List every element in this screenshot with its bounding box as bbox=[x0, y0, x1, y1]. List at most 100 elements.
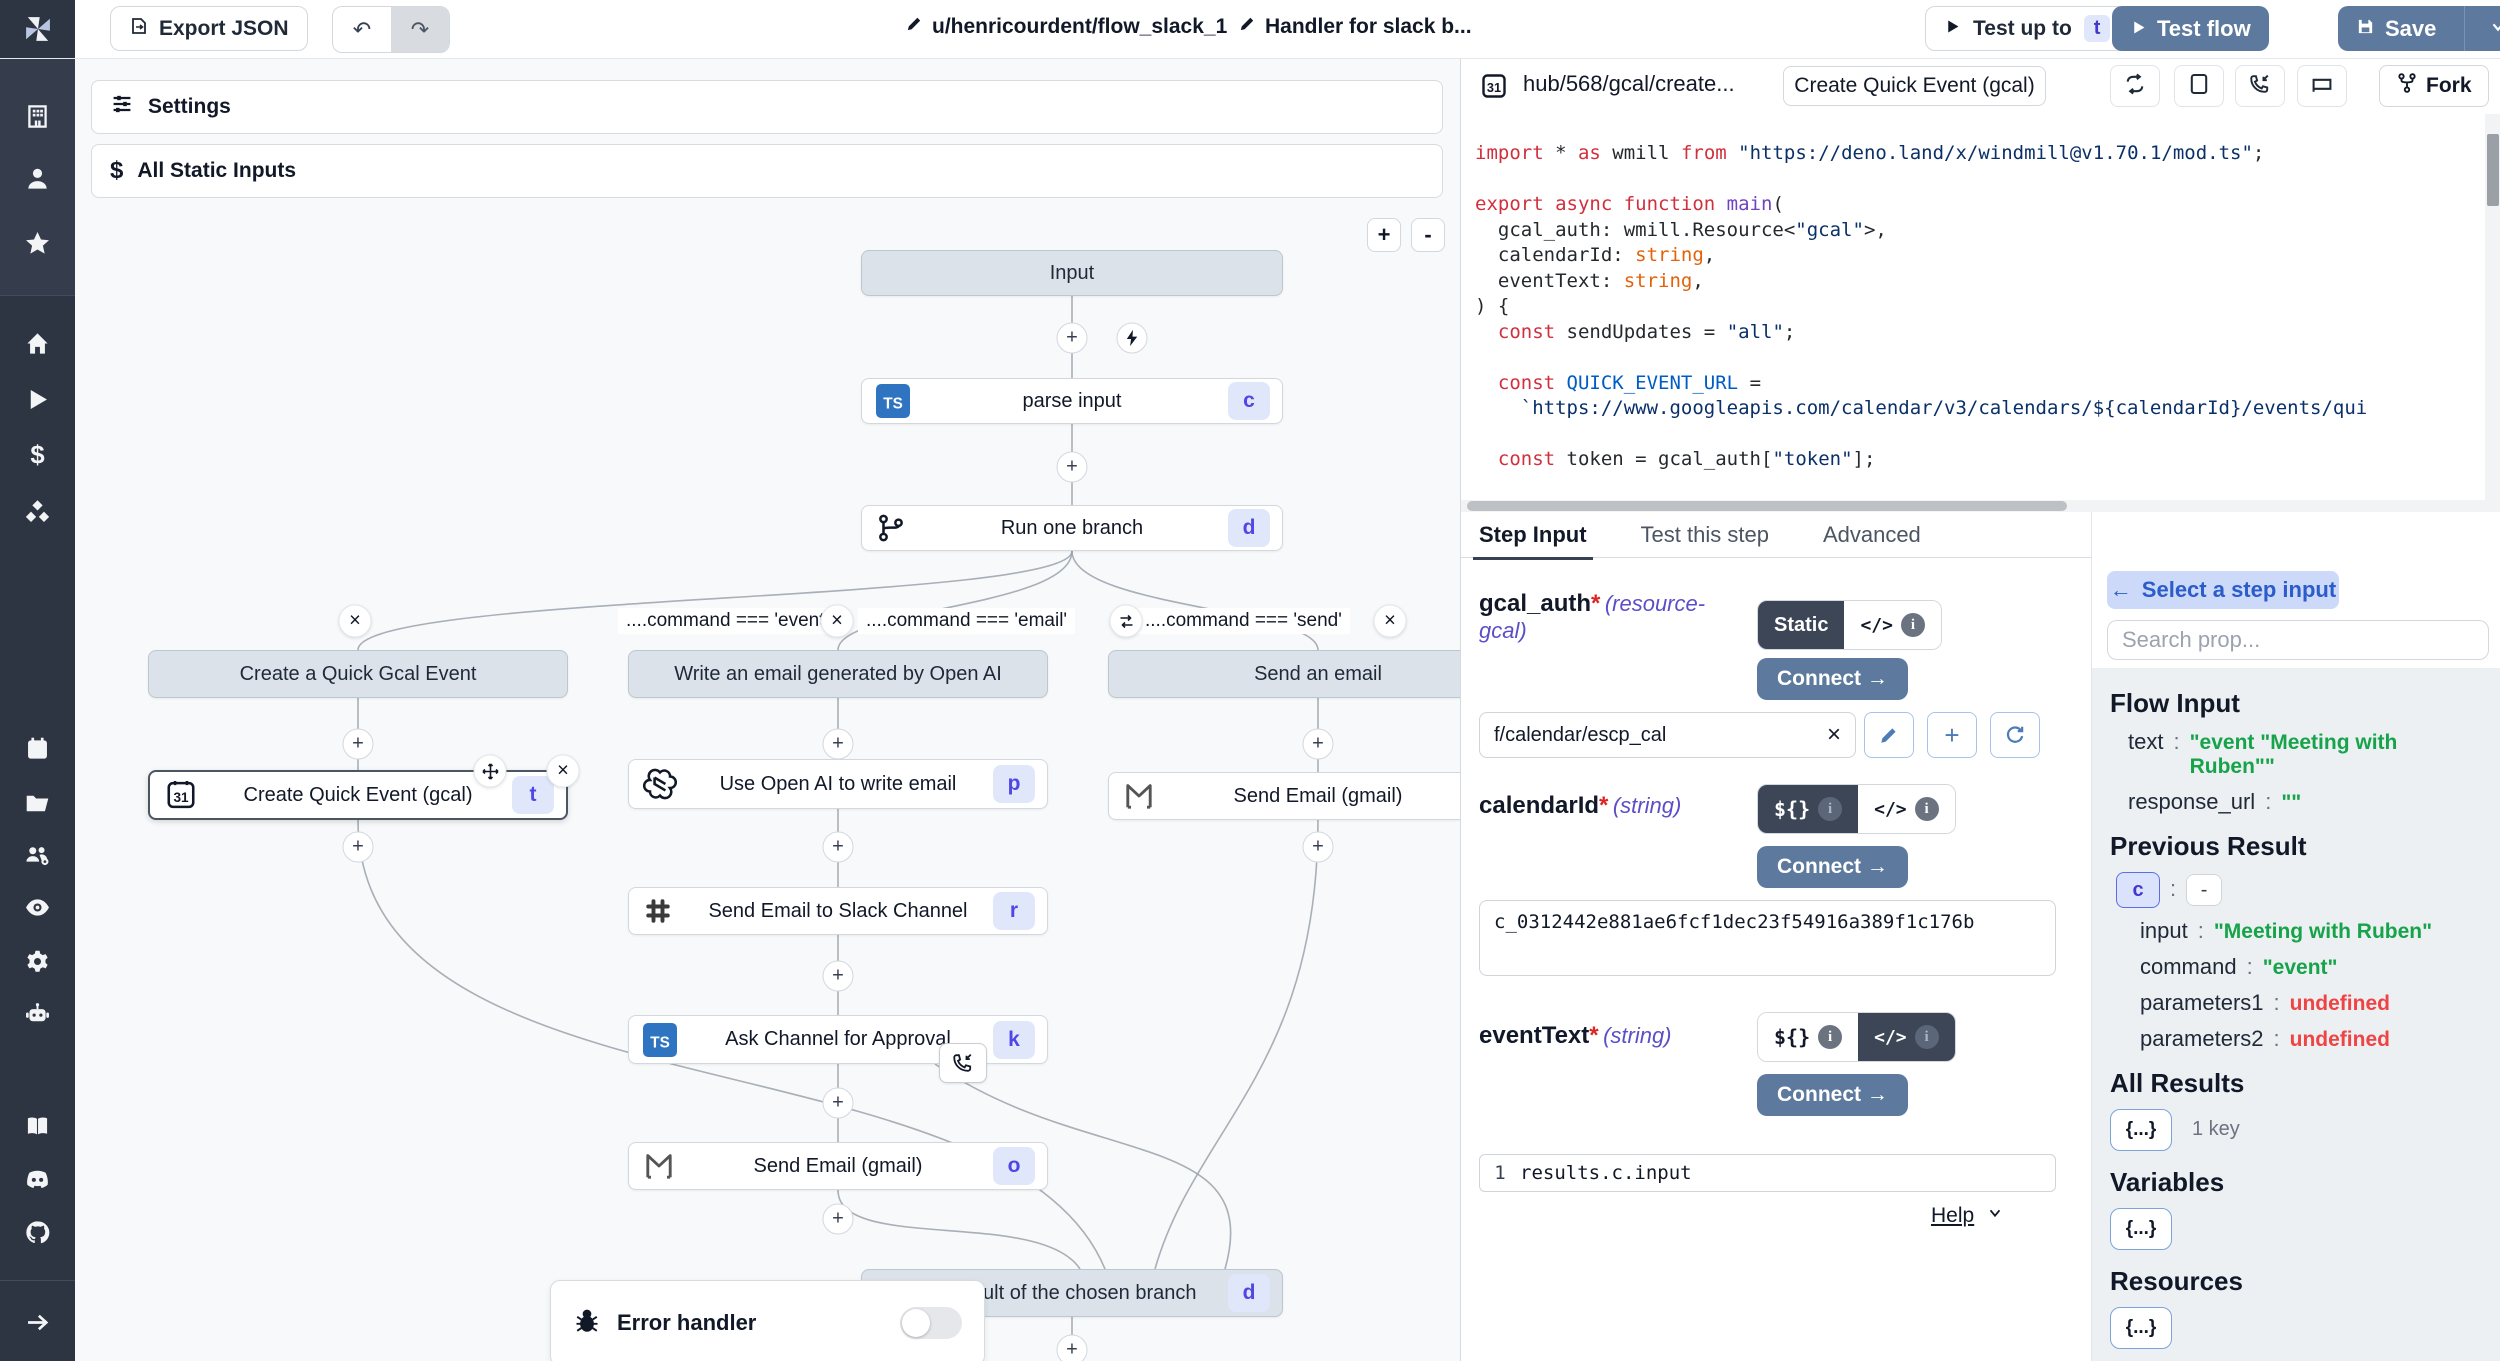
zoom-in-button[interactable]: + bbox=[1367, 218, 1401, 252]
step-id-chip[interactable]: c bbox=[2116, 872, 2160, 908]
tab-test-this-step[interactable]: Test this step bbox=[1641, 522, 1769, 548]
expand-object-button[interactable]: {...} bbox=[2110, 1109, 2172, 1151]
mode-javascript[interactable]: </>i bbox=[1858, 785, 1955, 833]
save-dropdown-button[interactable] bbox=[2475, 6, 2500, 51]
sidebar-item-building[interactable] bbox=[0, 94, 75, 138]
step-summary-input[interactable]: Create Quick Event (gcal) bbox=[1783, 66, 2046, 106]
add-step-button[interactable]: + bbox=[823, 961, 854, 992]
calendarid-connect-button[interactable]: Connect → bbox=[1757, 846, 1908, 888]
select-step-input-button[interactable]: ← Select a step input bbox=[2107, 571, 2339, 609]
flow-node-header1[interactable]: Create a Quick Gcal Event bbox=[148, 650, 568, 698]
redo-button[interactable]: ↷ bbox=[391, 7, 449, 52]
sidebar-item-user-group-gear[interactable] bbox=[0, 833, 75, 877]
refresh-resource-button[interactable] bbox=[1990, 712, 2040, 758]
sidebar-item-robot[interactable] bbox=[0, 992, 75, 1036]
sidebar-item-dollar[interactable]: $ bbox=[0, 433, 75, 477]
tab-step-input[interactable]: Step Input bbox=[1479, 522, 1587, 548]
eventtext-expr-editor[interactable]: 1 results.c.input bbox=[1479, 1154, 2056, 1192]
flow-canvas[interactable]: Settings $ All Static Inputs + - InputTS… bbox=[75, 58, 1460, 1361]
sidebar-item-calendar[interactable] bbox=[0, 726, 75, 770]
swap-branch-button[interactable] bbox=[1110, 605, 1143, 638]
sidebar-item-folder[interactable] bbox=[0, 780, 75, 824]
add-step-button[interactable]: + bbox=[1057, 323, 1088, 354]
error-handler-card[interactable]: Error handler bbox=[550, 1280, 985, 1361]
sidebar-item-star[interactable] bbox=[0, 221, 75, 265]
reload-script-button[interactable] bbox=[2110, 65, 2160, 107]
mode-template[interactable]: ${}i bbox=[1758, 1013, 1858, 1061]
suspend-phone-chip[interactable] bbox=[939, 1043, 987, 1083]
flow-title[interactable]: Handler for slack b... bbox=[1238, 14, 1472, 39]
flow-input-row[interactable]: text:"event "Meeting with Ruben"" bbox=[2128, 729, 2484, 779]
trigger-lightning-button[interactable] bbox=[1117, 323, 1148, 354]
save-button[interactable]: Save bbox=[2338, 6, 2454, 51]
flow-node-header3[interactable]: Send an email bbox=[1108, 650, 1460, 698]
eventtext-connect-button[interactable]: Connect → bbox=[1757, 1074, 1908, 1116]
expand-object-button[interactable]: {...} bbox=[2110, 1307, 2172, 1349]
scrollbar-thumb[interactable] bbox=[2487, 134, 2499, 206]
sidebar-item-book[interactable] bbox=[0, 1104, 75, 1148]
calendarid-textarea[interactable]: c_0312442e881ae6fcf1dec23f54916a389f1c17… bbox=[1479, 900, 2056, 976]
flow-node-header2[interactable]: Write an email generated by Open AI bbox=[628, 650, 1048, 698]
zoom-out-button[interactable]: - bbox=[1411, 218, 1445, 252]
previous-result-row[interactable]: input:"Meeting with Ruben" bbox=[2140, 918, 2484, 944]
branch-condition-label[interactable]: ....command === 'send' bbox=[1137, 608, 1350, 634]
branch-condition-label[interactable]: ....command === 'event' bbox=[618, 608, 836, 634]
mode-template[interactable]: ${}i bbox=[1758, 785, 1858, 833]
undo-button[interactable]: ↶ bbox=[333, 7, 391, 52]
flow-node-branch[interactable]: Run one branchd bbox=[861, 505, 1283, 551]
mode-static[interactable]: Static bbox=[1758, 601, 1844, 649]
remove-branch-button[interactable]: × bbox=[339, 605, 372, 638]
add-step-button[interactable]: + bbox=[343, 729, 374, 760]
info-icon[interactable]: i bbox=[1915, 1025, 1939, 1049]
mode-javascript[interactable]: </>i bbox=[1844, 601, 1941, 649]
remove-branch-button[interactable]: × bbox=[1374, 605, 1407, 638]
flow-node-gcal[interactable]: 31Create Quick Event (gcal)t× bbox=[148, 770, 568, 820]
sidebar-item-home[interactable] bbox=[0, 321, 75, 365]
branch-condition-label[interactable]: ....command === 'email' bbox=[858, 608, 1075, 634]
add-step-button[interactable]: + bbox=[1303, 832, 1334, 863]
full-screen-button[interactable] bbox=[2174, 65, 2224, 107]
code-horizontal-scrollbar[interactable] bbox=[1461, 500, 2500, 512]
collapse-button[interactable]: - bbox=[2186, 874, 2222, 906]
gcal-auth-resource-input[interactable]: f/calendar/escp_cal × bbox=[1479, 712, 1856, 758]
fork-button[interactable]: Fork bbox=[2379, 65, 2489, 107]
error-handler-toggle[interactable] bbox=[900, 1307, 962, 1339]
clear-icon[interactable]: × bbox=[1827, 721, 1841, 749]
info-icon[interactable]: i bbox=[1915, 797, 1939, 821]
flow-node-gmail_right[interactable]: Send Email (gmail) bbox=[1108, 772, 1460, 820]
previous-result-row[interactable]: parameters1:undefined bbox=[2140, 990, 2484, 1016]
add-step-button[interactable]: + bbox=[823, 1204, 854, 1235]
help-link[interactable]: Help bbox=[1931, 1204, 2004, 1228]
all-static-inputs-bar[interactable]: $ All Static Inputs bbox=[91, 144, 1443, 198]
remove-node-button[interactable]: × bbox=[547, 755, 580, 788]
flow-node-slack[interactable]: Send Email to Slack Channelr bbox=[628, 887, 1048, 935]
gcal-auth-connect-button[interactable]: Connect → bbox=[1757, 658, 1908, 700]
export-json-button[interactable]: Export JSON bbox=[110, 6, 308, 51]
test-flow-button[interactable]: Test flow bbox=[2112, 6, 2269, 51]
sidebar-item-github[interactable] bbox=[0, 1210, 75, 1254]
code-vertical-scrollbar[interactable] bbox=[2485, 114, 2500, 512]
add-step-button[interactable]: + bbox=[343, 832, 374, 863]
add-step-button[interactable]: + bbox=[823, 729, 854, 760]
add-step-button[interactable]: + bbox=[823, 832, 854, 863]
previous-result-row[interactable]: parameters2:undefined bbox=[2140, 1026, 2484, 1052]
sidebar-item-eye[interactable] bbox=[0, 885, 75, 929]
add-resource-button[interactable]: + bbox=[1927, 712, 1977, 758]
code-editor[interactable]: import * as wmill from "https://deno.lan… bbox=[1461, 114, 2500, 512]
sidebar-item-discord[interactable] bbox=[0, 1157, 75, 1201]
add-step-button[interactable]: + bbox=[823, 1088, 854, 1119]
previous-result-row[interactable]: command:"event" bbox=[2140, 954, 2484, 980]
flow-node-gmail_mid[interactable]: Send Email (gmail)o bbox=[628, 1142, 1048, 1190]
remove-branch-button[interactable]: × bbox=[821, 605, 854, 638]
sidebar-item-user[interactable] bbox=[0, 156, 75, 200]
add-step-button[interactable]: + bbox=[1303, 729, 1334, 760]
scrollbar-thumb[interactable] bbox=[1467, 501, 2067, 511]
add-step-button[interactable]: + bbox=[1057, 452, 1088, 483]
expand-object-button[interactable]: {...} bbox=[2110, 1208, 2172, 1250]
move-node-handle[interactable] bbox=[474, 755, 507, 788]
flow-node-approval[interactable]: TSAsk Channel for Approvalk bbox=[628, 1015, 1048, 1064]
info-icon[interactable]: i bbox=[1901, 613, 1925, 637]
windmill-logo[interactable] bbox=[0, 0, 75, 58]
tab-advanced[interactable]: Advanced bbox=[1823, 522, 1921, 548]
edit-resource-button[interactable] bbox=[1864, 712, 1914, 758]
